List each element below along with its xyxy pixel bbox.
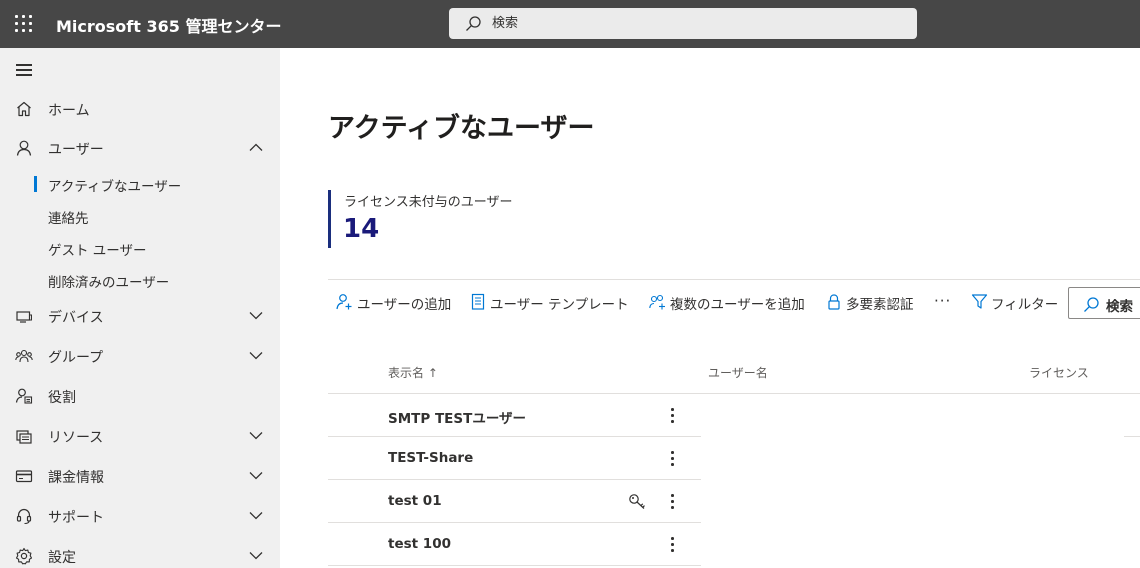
column-header-license[interactable]: ライセンス (1029, 364, 1089, 381)
more-actions-icon[interactable] (664, 449, 680, 467)
nav-subitem-active-users[interactable]: アクティブなユーザー (0, 169, 280, 199)
billing-icon (15, 470, 33, 483)
chevron-up-icon[interactable] (249, 143, 263, 152)
row-divider (1124, 436, 1140, 437)
filter-icon (971, 294, 988, 309)
top-bar: Microsoft 365 管理センター (0, 0, 1140, 48)
more-actions-icon[interactable] (664, 406, 680, 424)
add-multiple-users-label: 複数のユーザーを追加 (670, 297, 805, 313)
search-icon (466, 16, 481, 31)
add-multiple-users-button[interactable]: 複数のユーザーを追加 (649, 290, 814, 314)
add-person-icon (336, 294, 352, 310)
column-header-username[interactable]: ユーザー名 (708, 364, 768, 381)
nav-subitem-deleted-users[interactable]: 削除済みのユーザー (0, 265, 280, 295)
user-search-box[interactable]: 検索 (1068, 287, 1140, 319)
nav-item-resources[interactable]: リソース (0, 418, 280, 454)
left-navigation: ホーム ユーザー アクティブなユーザー 連絡先 ゲスト ユーザー 削除済みのユー… (0, 48, 280, 568)
page-title: アクティブなユーザー (328, 113, 595, 144)
nav-label-users: ユーザー (48, 142, 104, 158)
user-template-button[interactable]: ユーザー テンプレート (470, 290, 635, 314)
nav-item-support[interactable]: サポート (0, 498, 280, 534)
nav-label-roles: 役割 (48, 390, 76, 406)
unlicensed-users-card[interactable]: ライセンス未付与のユーザー 14 (328, 190, 588, 248)
nav-item-home[interactable]: ホーム (0, 91, 280, 127)
nav-sublabel-contacts: 連絡先 (48, 211, 89, 227)
reset-password-key-icon[interactable] (628, 493, 646, 510)
table-row[interactable]: TEST-Share (328, 437, 701, 480)
chevron-down-icon[interactable] (249, 511, 263, 520)
user-search-label: 検索 (1106, 299, 1133, 315)
nav-label-support: サポート (48, 510, 104, 526)
more-commands-button[interactable]: ··· (934, 292, 951, 310)
waffle-icon[interactable] (15, 15, 32, 32)
nav-item-settings[interactable]: 設定 (0, 538, 280, 568)
mfa-label: 多要素認証 (846, 297, 914, 313)
template-icon (471, 293, 485, 310)
resources-icon (16, 430, 32, 444)
nav-subitem-contacts[interactable]: 連絡先 (0, 201, 280, 231)
nav-item-groups[interactable]: グループ (0, 338, 280, 374)
nav-item-billing[interactable]: 課金情報 (0, 458, 280, 494)
user-display-name[interactable]: SMTP TESTユーザー (388, 407, 526, 427)
table-row[interactable]: SMTP TESTユーザー (328, 394, 701, 437)
hamburger-menu-icon[interactable] (16, 64, 33, 76)
person-icon (16, 140, 32, 156)
home-icon (17, 101, 31, 117)
nav-item-roles[interactable]: 役割 (0, 378, 280, 414)
user-template-label: ユーザー テンプレート (490, 297, 629, 313)
nav-label-groups: グループ (48, 350, 104, 366)
user-display-name[interactable]: test 100 (388, 536, 451, 552)
nav-sublabel-active-users: アクティブなユーザー (48, 179, 182, 195)
chevron-down-icon[interactable] (249, 431, 263, 440)
toolbar-divider (328, 279, 1140, 280)
chevron-down-icon[interactable] (249, 311, 263, 320)
lock-icon (828, 294, 840, 310)
table-row[interactable]: test 01 (328, 480, 701, 523)
nav-label-devices: デバイス (48, 310, 104, 326)
search-icon (1084, 297, 1099, 312)
chevron-down-icon[interactable] (249, 551, 263, 560)
gear-icon (15, 547, 33, 565)
kpi-label: ライセンス未付与のユーザー (344, 195, 513, 210)
nav-sublabel-guest-users: ゲスト ユーザー (48, 243, 147, 259)
global-search-box[interactable] (449, 8, 917, 39)
main-content: アクティブなユーザー ライセンス未付与のユーザー 14 ユーザーの追加 ユーザー… (280, 48, 1140, 568)
add-user-button[interactable]: ユーザーの追加 (336, 290, 456, 314)
nav-label-resources: リソース (48, 430, 104, 446)
app-title[interactable]: Microsoft 365 管理センター (56, 13, 281, 37)
kpi-value: 14 (343, 214, 380, 244)
role-icon (15, 388, 33, 404)
more-actions-icon[interactable] (664, 535, 680, 553)
nav-label-billing: 課金情報 (48, 470, 104, 486)
user-display-name[interactable]: test 01 (388, 493, 442, 509)
user-display-name[interactable]: TEST-Share (388, 450, 473, 466)
more-actions-icon[interactable] (664, 492, 680, 510)
filter-button[interactable]: フィルター (971, 290, 1066, 314)
nav-label-home: ホーム (48, 103, 90, 119)
table-row[interactable]: test 100 (328, 523, 701, 566)
nav-label-settings: 設定 (48, 550, 76, 566)
group-icon (15, 349, 33, 363)
nav-subitem-guest-users[interactable]: ゲスト ユーザー (0, 233, 280, 263)
add-people-icon (649, 294, 665, 310)
headset-icon (16, 508, 32, 525)
nav-item-users[interactable]: ユーザー (0, 130, 280, 166)
filter-label: フィルター (991, 297, 1059, 313)
nav-sublabel-deleted-users: 削除済みのユーザー (48, 275, 170, 291)
mfa-button[interactable]: 多要素認証 (826, 290, 921, 314)
nav-item-devices[interactable]: デバイス (0, 298, 280, 334)
active-indicator (34, 176, 37, 192)
chevron-down-icon[interactable] (249, 351, 263, 360)
device-icon (16, 311, 32, 323)
add-user-label: ユーザーの追加 (357, 297, 452, 313)
global-search-input[interactable] (492, 8, 902, 39)
chevron-down-icon[interactable] (249, 471, 263, 480)
column-header-display-name[interactable]: 表示名 ↑ (388, 364, 438, 381)
